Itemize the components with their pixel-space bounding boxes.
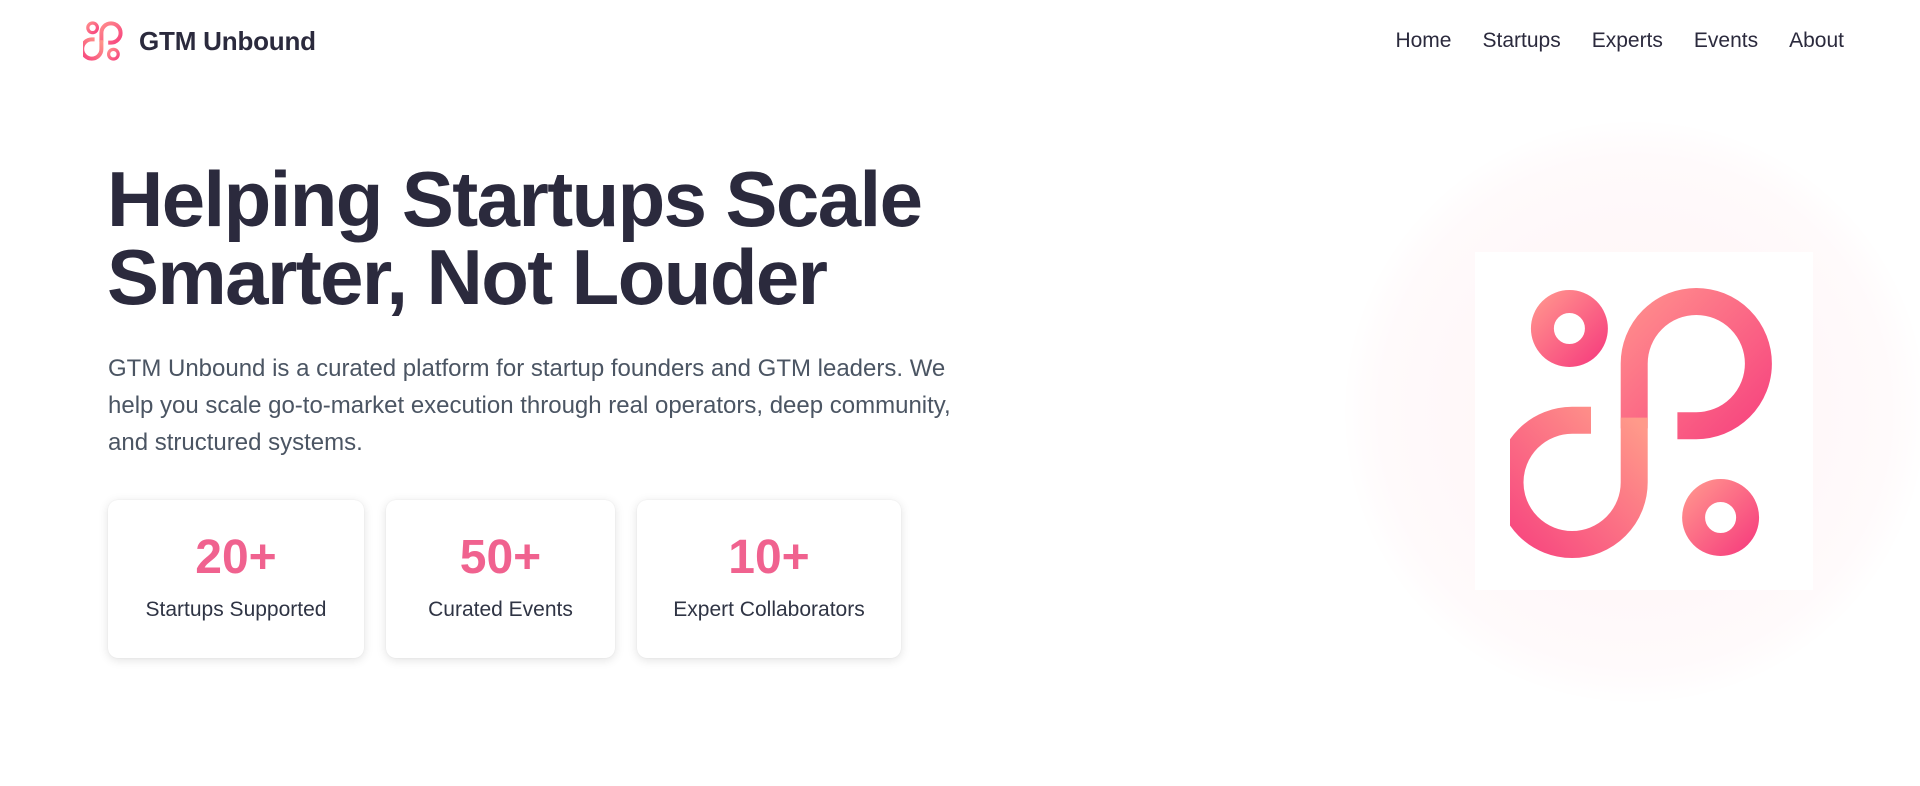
hero-title-line-1: Helping Startups Scale xyxy=(107,155,923,243)
nav-startups-link[interactable]: Startups xyxy=(1482,27,1560,55)
nav-events-link[interactable]: Events xyxy=(1694,27,1758,55)
nav-about-link[interactable]: About xyxy=(1789,27,1844,55)
hero-logo-icon xyxy=(1510,288,1772,558)
stats-row: 20+ Startups Supported 50+ Curated Event… xyxy=(108,500,923,658)
main-nav: Home Startups Experts Events About xyxy=(1364,27,1844,55)
stat-card-startups: 20+ Startups Supported xyxy=(108,500,364,658)
top-navbar: GTM Unbound Home Startups Experts Events… xyxy=(0,0,1920,82)
stat-label: Expert Collaborators xyxy=(673,598,865,621)
stat-card-experts: 10+ Expert Collaborators xyxy=(637,500,901,658)
brand-name: GTM Unbound xyxy=(139,25,316,56)
stat-value: 20+ xyxy=(195,531,277,584)
stat-value: 10+ xyxy=(728,531,810,584)
nav-home-link[interactable]: Home xyxy=(1395,27,1451,55)
stat-label: Startups Supported xyxy=(145,598,327,621)
nav-experts-link[interactable]: Experts xyxy=(1592,27,1663,55)
brand-home-link[interactable]: GTM Unbound xyxy=(83,20,316,62)
stat-value: 50+ xyxy=(459,531,542,584)
hero-title-line-2: Smarter, Not Louder xyxy=(107,233,828,321)
stat-card-events: 50+ Curated Events xyxy=(386,500,615,658)
gtm-unbound-logo-icon xyxy=(83,21,123,61)
stat-label: Curated Events xyxy=(428,598,573,621)
hero-title: Helping Startups Scale Smarter, Not Loud… xyxy=(107,160,1007,316)
hero-description: GTM Unbound is a curated platform for st… xyxy=(108,355,951,456)
